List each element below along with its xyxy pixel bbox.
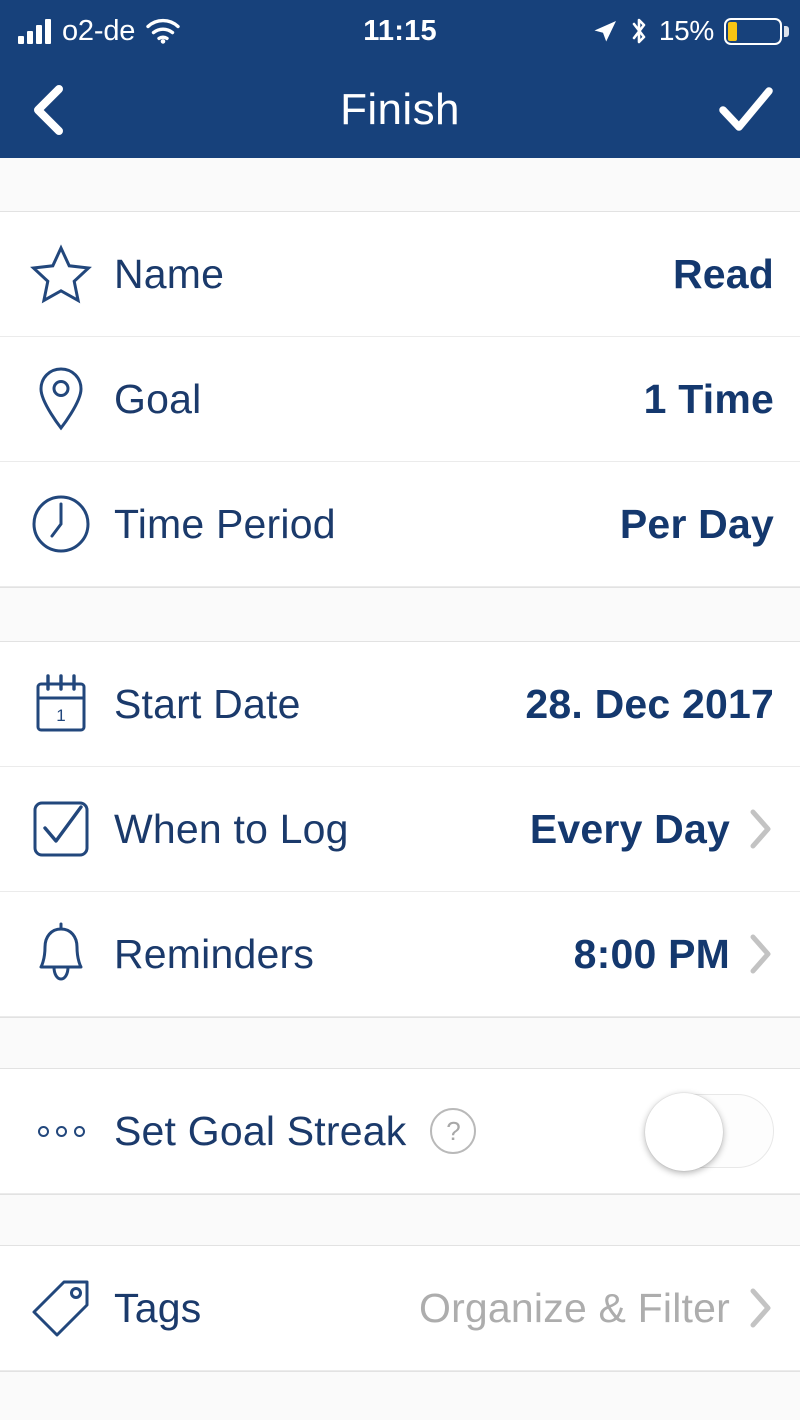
tag-icon — [30, 1278, 92, 1338]
bluetooth-icon — [629, 16, 649, 46]
chevron-left-icon — [26, 82, 72, 138]
row-goal[interactable]: Goal 1 Time — [0, 337, 800, 462]
row-label: When to Log — [114, 805, 349, 852]
row-name[interactable]: Name Read — [0, 212, 800, 337]
row-label: Reminders — [114, 930, 315, 977]
section-gap-bottom — [0, 1371, 800, 1420]
navigation-bar: Finish — [0, 62, 800, 158]
row-label: Goal — [114, 375, 202, 422]
page-title: Finish — [340, 85, 460, 134]
ellipsis-icon — [30, 1125, 92, 1137]
row-reminders[interactable]: Reminders 8:00 PM — [0, 892, 800, 1017]
status-bar-left: o2-de — [18, 15, 180, 48]
clock-icon — [30, 493, 92, 555]
row-value-start-date: 28. Dec 2017 — [525, 680, 774, 727]
status-bar: o2-de 11:15 15% — [0, 0, 800, 62]
wifi-icon — [146, 18, 180, 44]
status-bar-right: 15% — [591, 15, 789, 47]
checkbox-icon — [30, 799, 92, 859]
row-when-to-log[interactable]: When to Log Every Day — [0, 767, 800, 892]
confirm-button[interactable] — [718, 85, 774, 135]
checkmark-icon — [718, 85, 774, 135]
section-gap-1 — [0, 587, 800, 642]
back-button[interactable] — [26, 82, 72, 138]
row-start-date[interactable]: 1 Start Date 28. Dec 2017 — [0, 642, 800, 767]
help-icon[interactable]: ? — [430, 1108, 477, 1154]
signal-bars-icon — [18, 18, 51, 44]
chevron-right-icon — [748, 1286, 774, 1330]
map-pin-icon — [30, 366, 92, 432]
section-gap-top — [0, 158, 800, 212]
row-tags[interactable]: Tags Organize & Filter — [0, 1246, 800, 1371]
chevron-right-icon — [748, 807, 774, 851]
row-label: Start Date — [114, 680, 301, 727]
row-label: Time Period — [114, 500, 336, 547]
carrier-label: o2-de — [62, 14, 136, 47]
row-value-tags: Organize & Filter — [418, 1284, 730, 1331]
row-value-when-to-log: Every Day — [529, 805, 730, 852]
chevron-right-icon — [748, 932, 774, 976]
row-value-goal: 1 Time — [643, 375, 774, 422]
row-value-name: Read — [672, 250, 774, 297]
battery-percent-label: 15% — [658, 15, 714, 46]
row-time-period[interactable]: Time Period Per Day — [0, 462, 800, 587]
star-icon — [30, 244, 92, 304]
toggle-knob — [645, 1093, 723, 1171]
row-value-time-period: Per Day — [619, 500, 774, 547]
row-set-goal-streak[interactable]: Set Goal Streak ? — [0, 1069, 800, 1194]
calendar-day-number: 1 — [56, 706, 65, 725]
section-gap-2 — [0, 1017, 800, 1069]
row-label: Name — [114, 250, 225, 297]
battery-icon — [724, 17, 789, 45]
row-value-reminders: 8:00 PM — [573, 930, 730, 977]
bell-icon — [30, 922, 92, 986]
location-arrow-icon — [591, 17, 619, 45]
row-label: Set Goal Streak — [114, 1107, 407, 1154]
row-label: Tags — [114, 1284, 202, 1331]
calendar-icon: 1 — [30, 673, 92, 735]
goal-streak-toggle[interactable] — [645, 1093, 774, 1171]
section-gap-3 — [0, 1194, 800, 1246]
app-screen: o2-de 11:15 15% Finish Name Read Goal 1 … — [0, 0, 800, 1420]
